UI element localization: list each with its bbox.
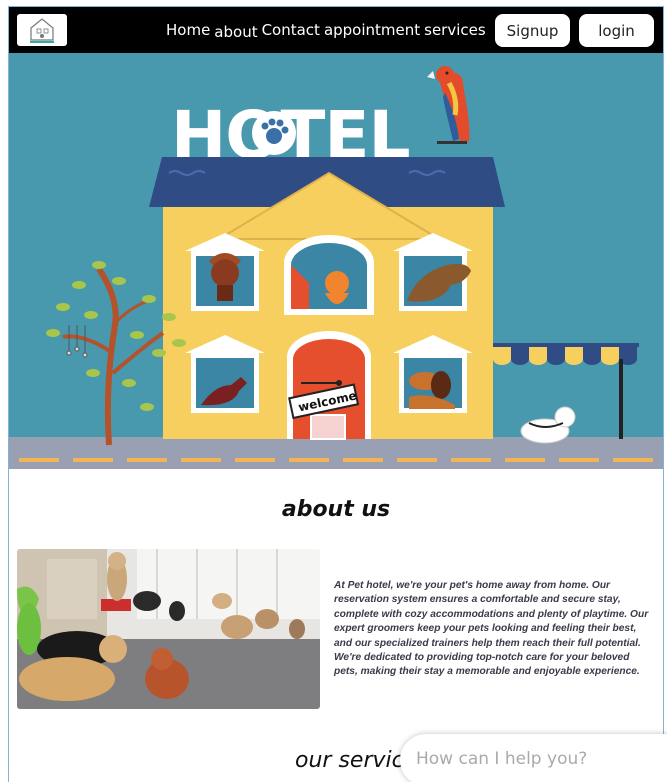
nav-contact[interactable]: Contact [262, 21, 320, 41]
about-description: At Pet hotel, we're your pet's home away… [334, 580, 649, 678]
hero-illustration: HOTEL [9, 53, 663, 469]
about-dogs-photo [17, 549, 320, 709]
nav-about[interactable]: about [214, 23, 257, 41]
nav-links: Home about Contact appointment services [166, 21, 486, 41]
services-title: our service [295, 748, 418, 773]
signup-button[interactable]: Signup [495, 14, 570, 47]
page-frame: Home about Contact appointment services … [8, 6, 664, 782]
chat-widget [400, 734, 667, 782]
pet-hotel-logo-icon[interactable] [17, 14, 67, 46]
nav-appointment[interactable]: appointment [324, 21, 420, 41]
about-title: about us [281, 497, 391, 522]
nav-home[interactable]: Home [166, 21, 210, 41]
nav-services[interactable]: services [424, 21, 486, 41]
chat-input[interactable] [416, 749, 636, 769]
login-button[interactable]: login [579, 14, 654, 47]
navbar: Home about Contact appointment services … [9, 7, 663, 53]
